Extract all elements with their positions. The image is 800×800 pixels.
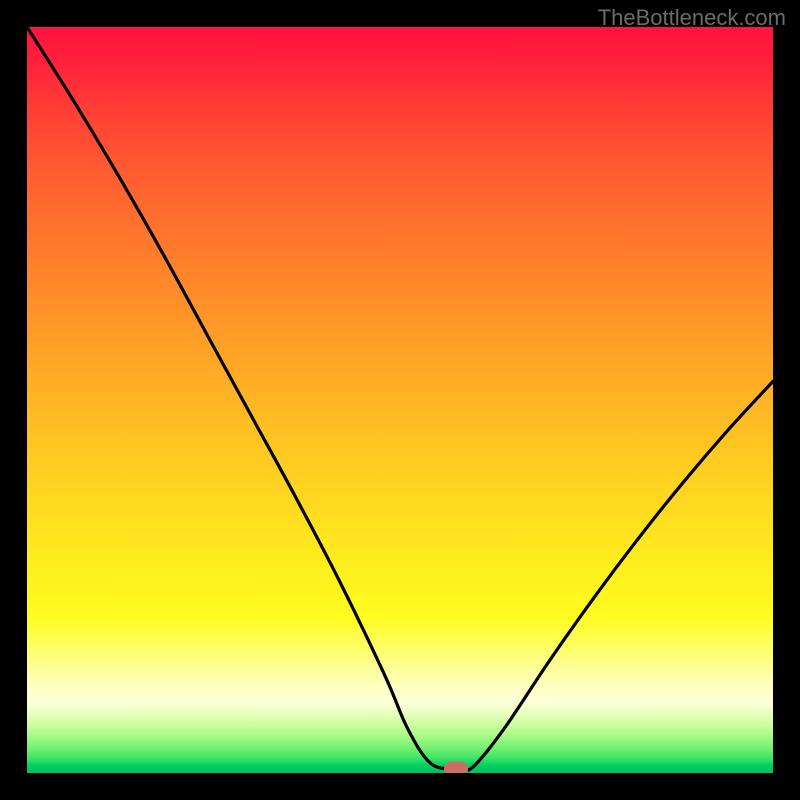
watermark-text: TheBottleneck.com (598, 5, 786, 31)
optimal-point-marker (444, 761, 468, 773)
bottleneck-curve (27, 27, 773, 773)
chart-plot-area (27, 27, 773, 773)
